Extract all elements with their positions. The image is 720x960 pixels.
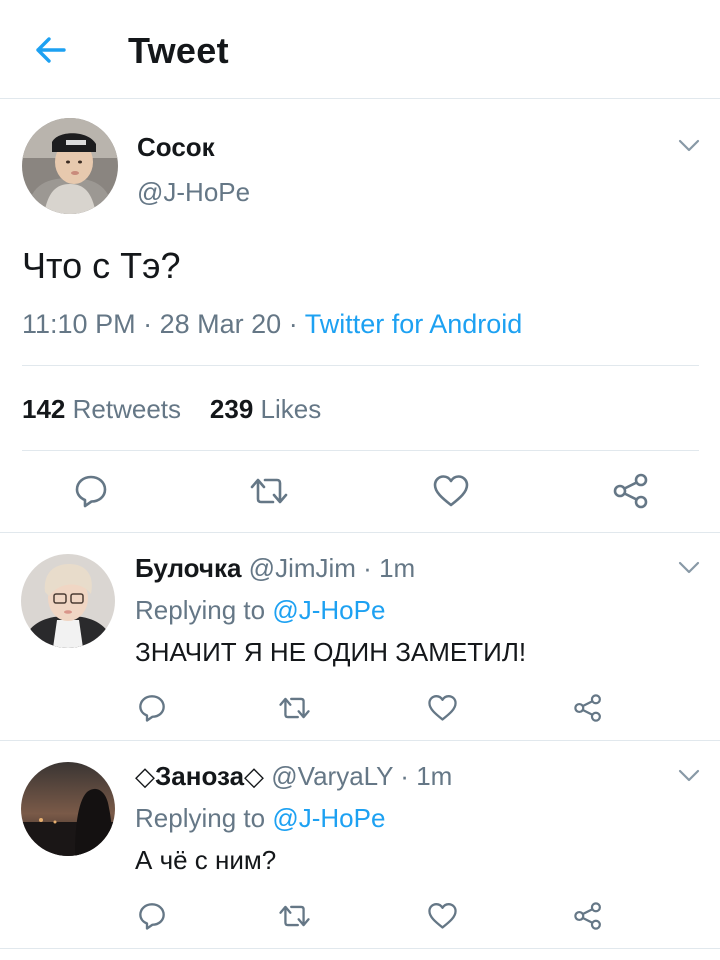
- replying-to: Replying to @J-HoPe: [135, 803, 385, 834]
- tweet-text: Что с Тэ?: [22, 245, 181, 286]
- retweet-icon[interactable]: [278, 693, 311, 723]
- author-name[interactable]: Булочка: [135, 553, 241, 583]
- like-icon[interactable]: [427, 901, 458, 931]
- tweet-stats: 142 Retweets 239 Likes: [22, 394, 321, 425]
- tweet-time: 11:10 PM: [22, 309, 136, 339]
- top-bar: Tweet: [0, 0, 720, 99]
- reply-time: 1m: [416, 761, 453, 791]
- retweets-label: Retweets: [72, 394, 182, 424]
- tweet-actions: [0, 468, 720, 514]
- avatar[interactable]: [21, 554, 115, 648]
- main-tweet: Сосок @J-HoPe Что с Тэ? 11:10 PM · 28 Ma…: [0, 99, 720, 533]
- share-icon[interactable]: [573, 693, 603, 723]
- separator: ·: [288, 309, 298, 339]
- reply-tweet[interactable]: Булочка @JimJim · 1m Replying to @J-HoPe…: [0, 533, 720, 741]
- reply-actions: [0, 901, 720, 935]
- page-title: Tweet: [128, 30, 229, 71]
- reply-icon[interactable]: [137, 901, 167, 931]
- reply-icon[interactable]: [137, 693, 167, 723]
- arrow-left-icon[interactable]: [30, 30, 70, 70]
- separator: ·: [363, 553, 372, 583]
- retweet-icon[interactable]: [278, 901, 311, 931]
- chevron-down-icon[interactable]: [678, 139, 700, 153]
- retweets-stat[interactable]: 142 Retweets: [22, 394, 181, 424]
- likes-label: Likes: [260, 394, 322, 424]
- reply-header: Булочка @JimJim · 1m: [135, 553, 415, 584]
- author-handle[interactable]: @J-HoPe: [137, 177, 250, 208]
- divider: [22, 450, 699, 451]
- mention-link[interactable]: @J-HoPe: [272, 803, 385, 833]
- reply-tweet[interactable]: ◇Заноза◇ @VaryaLY · 1m Replying to @J-Ho…: [0, 741, 720, 949]
- reply-header: ◇Заноза◇ @VaryaLY · 1m: [135, 761, 452, 792]
- avatar[interactable]: [22, 118, 118, 214]
- likes-count: 239: [209, 394, 254, 424]
- replying-prefix: Replying to: [135, 803, 266, 833]
- separator: ·: [143, 309, 153, 339]
- reply-icon[interactable]: [73, 473, 109, 509]
- separator: ·: [400, 761, 409, 791]
- avatar[interactable]: [21, 762, 115, 856]
- avatar-photo: [21, 554, 115, 648]
- reply-time: 1m: [379, 553, 416, 583]
- likes-stat[interactable]: 239 Likes: [210, 394, 321, 424]
- author-name[interactable]: Сосок: [137, 132, 215, 163]
- share-icon[interactable]: [612, 472, 650, 510]
- tweet-meta: 11:10 PM · 28 Mar 20 · Twitter for Andro…: [22, 309, 522, 340]
- avatar-photo: [21, 762, 115, 856]
- chevron-down-icon[interactable]: [678, 769, 700, 783]
- reply-actions: [0, 693, 720, 727]
- author-handle[interactable]: @JimJim: [249, 553, 356, 583]
- avatar-photo: [22, 118, 118, 214]
- like-icon[interactable]: [427, 693, 458, 723]
- author-handle[interactable]: @VaryaLY: [271, 761, 393, 791]
- like-icon[interactable]: [432, 473, 470, 509]
- divider: [22, 365, 699, 366]
- tweet-source-link[interactable]: Twitter for Android: [305, 309, 523, 339]
- replying-prefix: Replying to: [135, 595, 266, 625]
- reply-text: ЗНАЧИТ Я НЕ ОДИН ЗАМЕТИЛ!: [135, 637, 527, 667]
- tweet-date: 28 Mar 20: [159, 309, 282, 339]
- author-name[interactable]: ◇Заноза◇: [135, 761, 264, 791]
- replying-to: Replying to @J-HoPe: [135, 595, 385, 626]
- share-icon[interactable]: [573, 901, 603, 931]
- retweet-icon[interactable]: [249, 473, 289, 509]
- chevron-down-icon[interactable]: [678, 561, 700, 575]
- reply-text: А чё с ним?: [135, 845, 277, 875]
- retweets-count: 142: [22, 394, 66, 424]
- mention-link[interactable]: @J-HoPe: [272, 595, 385, 625]
